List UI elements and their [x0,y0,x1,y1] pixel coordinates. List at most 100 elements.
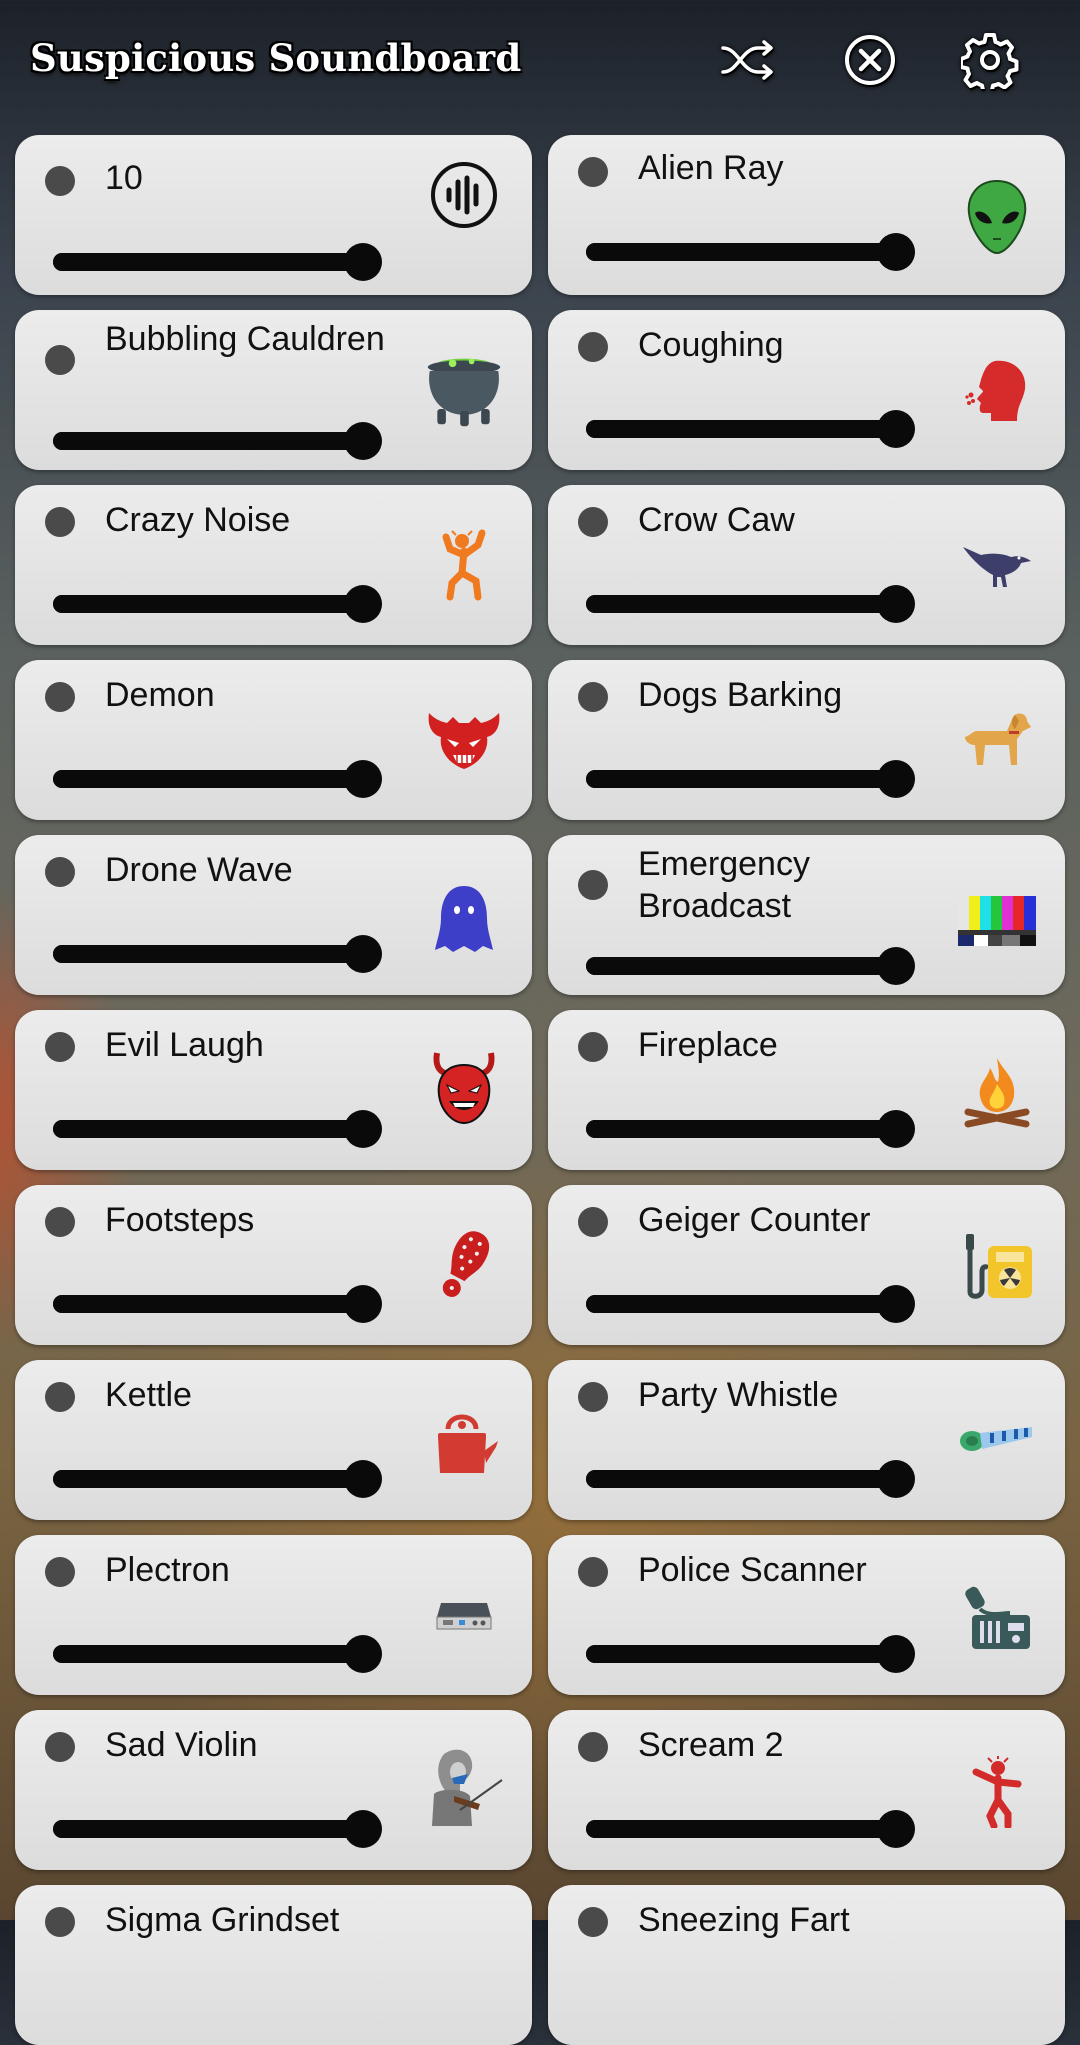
volume-slider[interactable] [53,422,382,460]
slider-thumb[interactable] [877,760,915,798]
play-indicator[interactable] [45,1557,75,1587]
play-indicator[interactable] [578,682,608,712]
sound-card[interactable]: Crazy Noise [15,485,532,645]
sound-card[interactable]: 10 [15,135,532,295]
sound-card[interactable]: Geiger Counter [548,1185,1065,1345]
volume-slider[interactable] [586,1110,915,1148]
sound-card[interactable]: Party Whistle [548,1360,1065,1520]
alien-icon [957,177,1037,257]
sound-card[interactable]: Fireplace [548,1010,1065,1170]
play-indicator[interactable] [578,1732,608,1762]
sound-card[interactable]: Police Scanner [548,1535,1065,1695]
slider-thumb[interactable] [344,1110,382,1148]
sound-label: Crow Caw [638,501,795,539]
slider-thumb[interactable] [344,422,382,460]
shuffle-button[interactable] [718,30,778,90]
slider-thumb[interactable] [877,1285,915,1323]
volume-slider[interactable] [53,1110,382,1148]
cauldron-icon [424,350,504,430]
play-indicator[interactable] [45,166,75,196]
sound-card[interactable]: Scream 2 [548,1710,1065,1870]
volume-slider[interactable] [586,947,915,985]
volume-slider[interactable] [53,1285,382,1323]
sound-card[interactable]: Dogs Barking [548,660,1065,820]
volume-slider[interactable] [53,243,382,281]
play-indicator[interactable] [45,507,75,537]
slider-thumb[interactable] [877,233,915,271]
slider-thumb[interactable] [877,585,915,623]
slider-thumb[interactable] [344,1635,382,1673]
play-indicator[interactable] [45,682,75,712]
play-indicator[interactable] [45,1732,75,1762]
play-indicator[interactable] [45,857,75,887]
play-indicator[interactable] [45,1207,75,1237]
volume-slider[interactable] [53,760,382,798]
play-indicator[interactable] [578,157,608,187]
sound-card[interactable]: Sad Violin [15,1710,532,1870]
sound-card[interactable]: Drone Wave [15,835,532,995]
sound-card[interactable]: Bubbling Cauldren [15,310,532,470]
sound-card[interactable]: Sneezing Fart [548,1885,1065,2045]
sound-label: Sad Violin [105,1726,258,1764]
play-indicator[interactable] [45,1032,75,1062]
play-indicator[interactable] [578,1907,608,1937]
play-indicator[interactable] [578,1207,608,1237]
test-pattern-icon [957,881,1037,961]
volume-slider[interactable] [53,1810,382,1848]
slider-thumb[interactable] [344,760,382,798]
play-indicator[interactable] [578,507,608,537]
kettle-icon [424,1402,504,1482]
volume-slider[interactable] [586,1460,915,1498]
slider-thumb[interactable] [344,243,382,281]
play-indicator[interactable] [45,1382,75,1412]
volume-slider[interactable] [586,1810,915,1848]
play-indicator[interactable] [578,1557,608,1587]
volume-slider[interactable] [586,760,915,798]
volume-slider[interactable] [586,585,915,623]
slider-thumb[interactable] [344,1460,382,1498]
slider-thumb[interactable] [877,1635,915,1673]
slider-thumb[interactable] [344,1285,382,1323]
slider-thumb[interactable] [877,410,915,448]
volume-slider[interactable] [53,1460,382,1498]
slider-thumb[interactable] [877,1110,915,1148]
volume-slider[interactable] [586,1635,915,1673]
slider-thumb[interactable] [344,935,382,973]
slider-thumb[interactable] [877,947,915,985]
play-indicator[interactable] [578,1382,608,1412]
sound-card[interactable]: Plectron [15,1535,532,1695]
sound-card[interactable]: Demon [15,660,532,820]
footprint-icon [424,1225,504,1305]
close-button[interactable] [840,30,900,90]
play-indicator[interactable] [45,1907,75,1937]
sound-card[interactable]: Alien Ray [548,135,1065,295]
sound-label: Plectron [105,1551,230,1589]
sound-card[interactable]: Kettle [15,1360,532,1520]
sound-label: Emergency Broadcast [638,845,810,925]
play-indicator[interactable] [578,1032,608,1062]
volume-slider[interactable] [53,1635,382,1673]
volume-slider[interactable] [586,410,915,448]
sound-card[interactable]: Evil Laugh [15,1010,532,1170]
volume-slider[interactable] [586,1285,915,1323]
play-indicator[interactable] [578,332,608,362]
sound-label: Drone Wave [105,851,293,889]
slider-thumb[interactable] [344,1810,382,1848]
volume-slider[interactable] [53,935,382,973]
slider-thumb[interactable] [877,1810,915,1848]
sound-label: Sigma Grindset [105,1901,340,1939]
sound-card[interactable]: Coughing [548,310,1065,470]
volume-slider[interactable] [586,233,915,271]
sound-card[interactable]: Footsteps [15,1185,532,1345]
sound-card[interactable]: Emergency Broadcast [548,835,1065,995]
play-indicator[interactable] [45,345,75,375]
sound-card[interactable]: Crow Caw [548,485,1065,645]
slider-thumb[interactable] [877,1460,915,1498]
settings-button[interactable] [960,30,1020,90]
play-indicator[interactable] [578,870,608,900]
sound-label: Geiger Counter [638,1201,871,1239]
volume-slider[interactable] [53,585,382,623]
sound-card[interactable]: Sigma Grindset [15,1885,532,2045]
slider-thumb[interactable] [344,585,382,623]
sound-grid: 10 Alien Ray Bubbling Cauldren Coughing [15,135,1065,2045]
